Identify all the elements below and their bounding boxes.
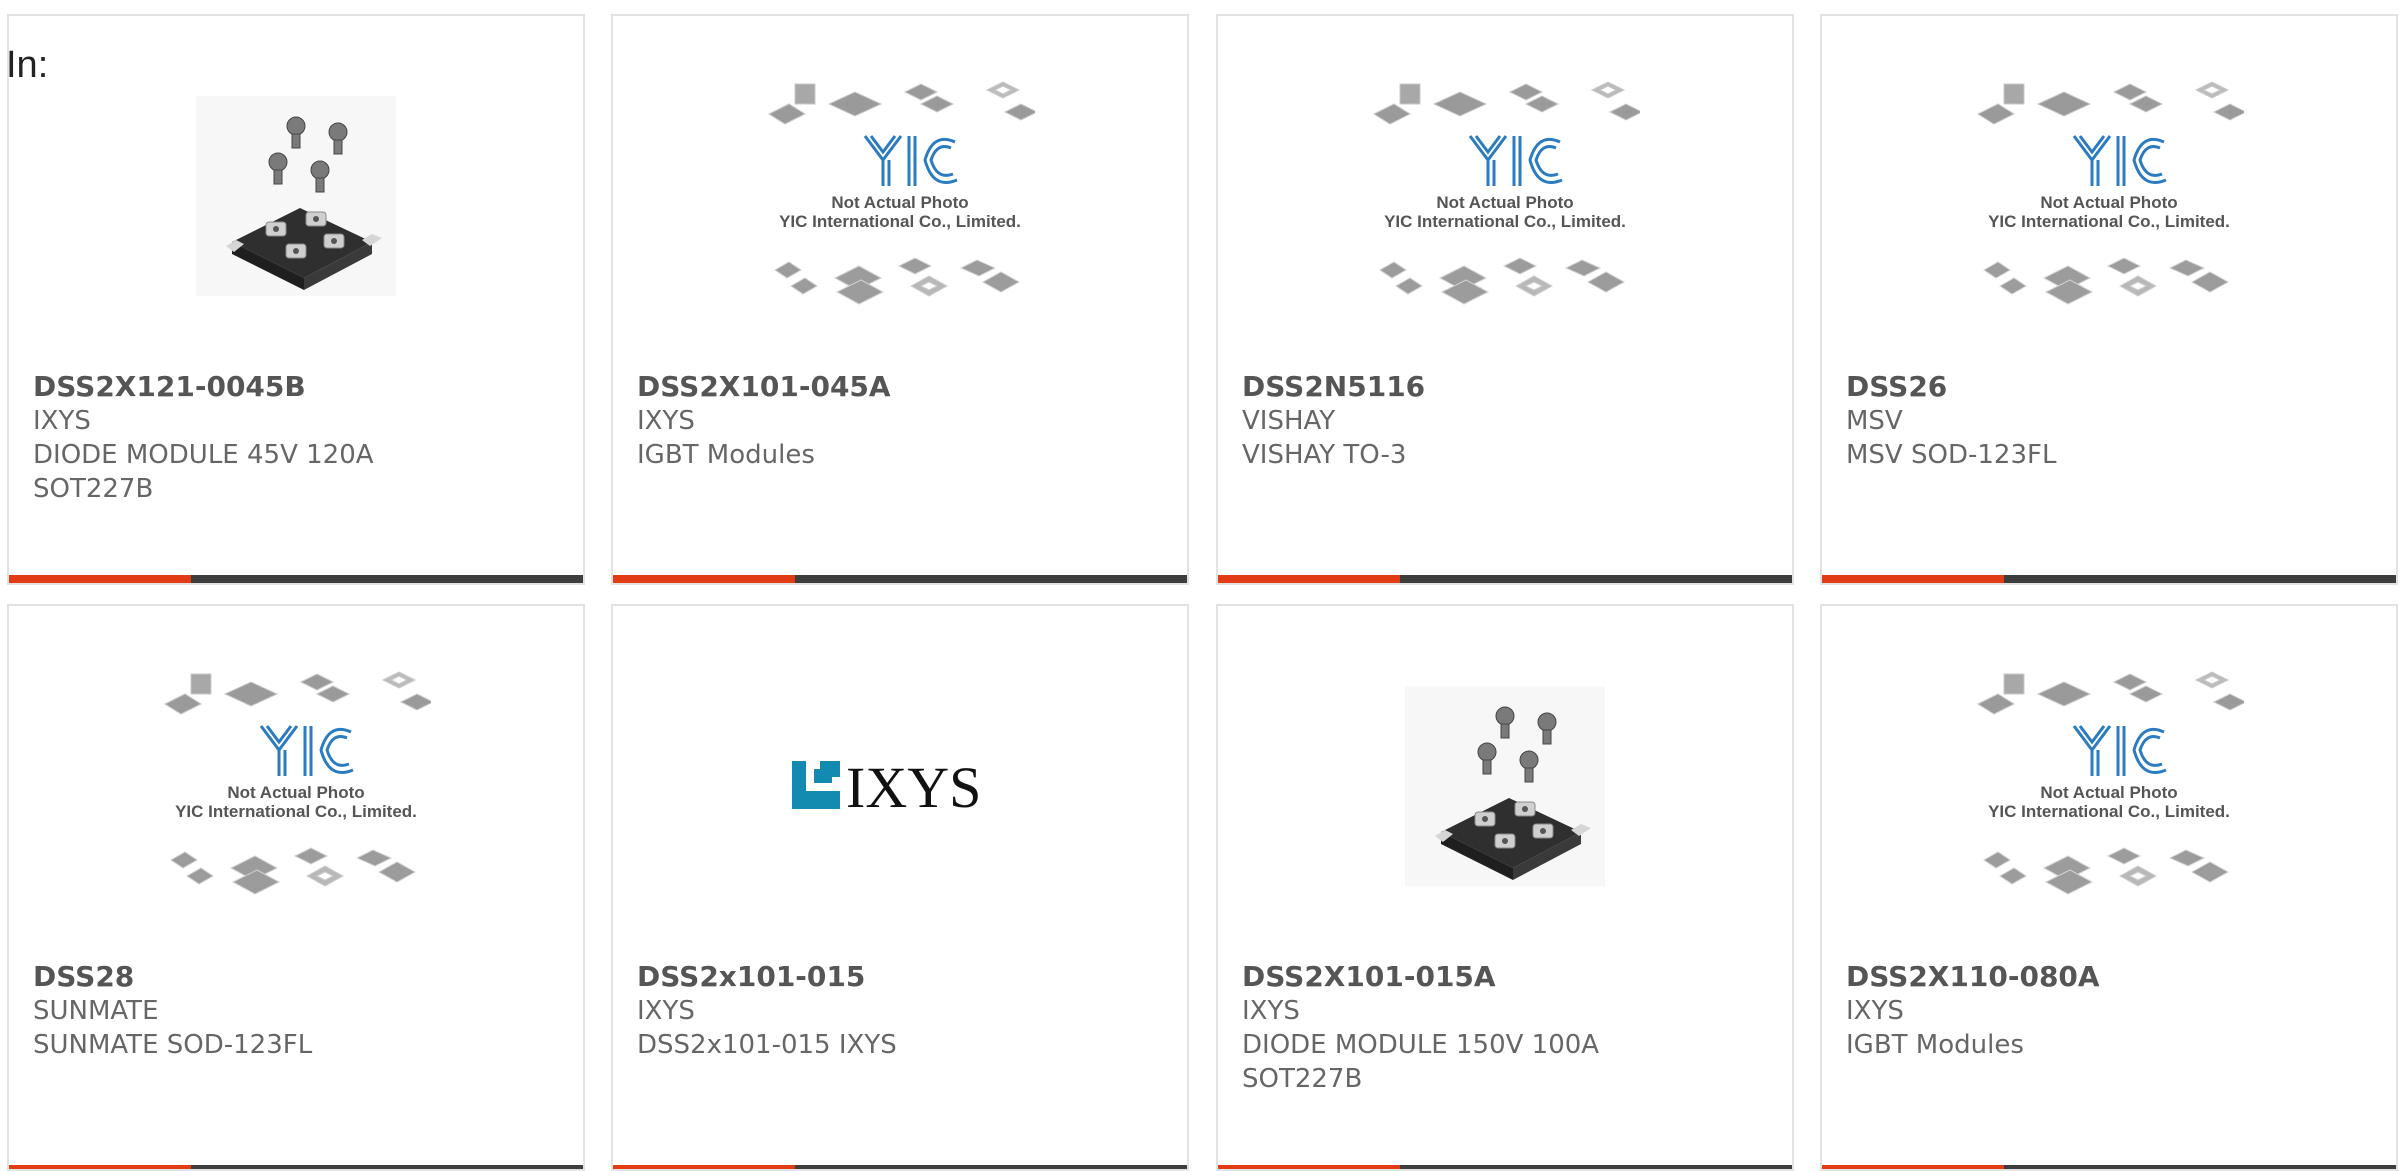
product-description: SOT227B xyxy=(1242,1064,1363,1094)
placeholder-text-2: YIC International Co., Limited. xyxy=(1384,212,1626,231)
card-accent-fill xyxy=(1218,575,1400,583)
card-accent-fill xyxy=(613,575,795,583)
part-number[interactable]: DSS28 xyxy=(33,960,563,994)
card-accent-bar xyxy=(9,575,583,583)
product-image[interactable]: Not Actual Photo YIC International Co., … xyxy=(9,666,583,906)
product-description: SUNMATE SOD-123FL xyxy=(33,1030,313,1060)
brand-name: VISHAY xyxy=(1242,406,1336,436)
placeholder-image: Not Actual Photo YIC International Co., … xyxy=(1976,671,2244,895)
part-number[interactable]: DSS2N5116 xyxy=(1242,370,1772,404)
diode-module-image xyxy=(196,96,396,296)
product-image[interactable]: Not Actual Photo YIC International Co., … xyxy=(1822,76,2396,316)
ixys-logo: IXYS xyxy=(792,755,981,820)
placeholder-text-1: Not Actual Photo xyxy=(1436,193,1573,212)
product-card[interactable]: DSS2X121-0045B IXYS DIODE MODULE 45V 120… xyxy=(7,14,585,585)
product-info: DSS2x101-015 IXYS DSS2x101-015 IXYS xyxy=(637,960,1167,1062)
product-info: DSS28 SUNMATE SUNMATE SOD-123FL xyxy=(33,960,563,1062)
part-number[interactable]: DSS2X110-080A xyxy=(1846,960,2376,994)
card-accent-bar xyxy=(613,575,1187,583)
brand-name: IXYS xyxy=(1242,996,1300,1026)
card-accent-fill xyxy=(1822,575,2004,583)
brand-name: IXYS xyxy=(1846,996,1904,1026)
product-image[interactable]: Not Actual Photo YIC International Co., … xyxy=(613,76,1187,316)
placeholder-image: Not Actual Photo YIC International Co., … xyxy=(163,671,431,895)
placeholder-text-2: YIC International Co., Limited. xyxy=(175,802,417,821)
product-info: DSS2N5116 VISHAY VISHAY TO-3 xyxy=(1242,370,1772,472)
filter-label: In: xyxy=(6,44,49,86)
part-number[interactable]: DSS2x101-015 xyxy=(637,960,1167,994)
part-number[interactable]: DSS26 xyxy=(1846,370,2376,404)
product-image[interactable]: Not Actual Photo YIC International Co., … xyxy=(1218,76,1792,316)
product-description: DIODE MODULE 150V 100A xyxy=(1242,1030,1600,1060)
card-accent-fill xyxy=(613,1165,795,1169)
product-description: VISHAY TO-3 xyxy=(1242,440,1407,470)
brand-name: IXYS xyxy=(637,996,695,1026)
product-card[interactable]: Not Actual Photo YIC International Co., … xyxy=(1820,604,2398,1171)
product-card[interactable]: Not Actual Photo YIC International Co., … xyxy=(611,14,1189,585)
card-accent-bar xyxy=(9,1165,583,1169)
card-accent-fill xyxy=(9,1165,191,1169)
product-info: DSS26 MSV MSV SOD-123FL xyxy=(1846,370,2376,472)
card-accent-fill xyxy=(1822,1165,2004,1169)
card-accent-bar xyxy=(1218,1165,1792,1169)
card-accent-bar xyxy=(1218,575,1792,583)
placeholder-text-1: Not Actual Photo xyxy=(2040,193,2177,212)
product-card[interactable]: DSS2X101-015A IXYS DIODE MODULE 150V 100… xyxy=(1216,604,1794,1171)
product-info: DSS2X110-080A IXYS IGBT Modules xyxy=(1846,960,2376,1062)
product-card[interactable]: Not Actual Photo YIC International Co., … xyxy=(7,604,585,1171)
card-accent-bar xyxy=(613,1165,1187,1169)
product-image[interactable]: IXYS xyxy=(613,666,1187,906)
placeholder-text-1: Not Actual Photo xyxy=(831,193,968,212)
card-accent-bar xyxy=(1822,575,2396,583)
product-info: DSS2X121-0045B IXYS DIODE MODULE 45V 120… xyxy=(33,370,563,506)
product-description: MSV SOD-123FL xyxy=(1846,440,2057,470)
card-accent-fill xyxy=(9,575,191,583)
placeholder-image: Not Actual Photo YIC International Co., … xyxy=(1372,81,1640,305)
product-description: IGBT Modules xyxy=(1846,1030,2024,1060)
product-description: DIODE MODULE 45V 120A xyxy=(33,440,374,470)
placeholder-text-2: YIC International Co., Limited. xyxy=(1988,802,2230,821)
placeholder-image: Not Actual Photo YIC International Co., … xyxy=(767,81,1035,305)
placeholder-text-2: YIC International Co., Limited. xyxy=(779,212,1021,231)
part-number[interactable]: DSS2X121-0045B xyxy=(33,370,563,404)
brand-name: IXYS xyxy=(33,406,91,436)
product-description: SOT227B xyxy=(33,474,154,504)
part-number[interactable]: DSS2X101-045A xyxy=(637,370,1167,404)
product-info: DSS2X101-045A IXYS IGBT Modules xyxy=(637,370,1167,472)
placeholder-text-1: Not Actual Photo xyxy=(227,783,364,802)
card-accent-fill xyxy=(1218,1165,1400,1169)
placeholder-text-1: Not Actual Photo xyxy=(2040,783,2177,802)
placeholder-text-2: YIC International Co., Limited. xyxy=(1988,212,2230,231)
brand-name: MSV xyxy=(1846,406,1903,436)
product-card[interactable]: Not Actual Photo YIC International Co., … xyxy=(1820,14,2398,585)
brand-name: SUNMATE xyxy=(33,996,159,1026)
product-info: DSS2X101-015A IXYS DIODE MODULE 150V 100… xyxy=(1242,960,1772,1096)
product-card[interactable]: Not Actual Photo YIC International Co., … xyxy=(1216,14,1794,585)
product-image[interactable] xyxy=(9,76,583,316)
product-description: IGBT Modules xyxy=(637,440,815,470)
product-description: DSS2x101-015 IXYS xyxy=(637,1030,897,1060)
product-card[interactable]: IXYS DSS2x101-015 IXYS DSS2x101-015 IXYS xyxy=(611,604,1189,1171)
part-number[interactable]: DSS2X101-015A xyxy=(1242,960,1772,994)
ixys-logo-text: IXYS xyxy=(846,755,981,820)
product-image[interactable]: Not Actual Photo YIC International Co., … xyxy=(1822,666,2396,906)
card-accent-bar xyxy=(1822,1165,2396,1169)
brand-name: IXYS xyxy=(637,406,695,436)
product-image[interactable] xyxy=(1218,666,1792,906)
diode-module-image xyxy=(1405,686,1605,886)
placeholder-image: Not Actual Photo YIC International Co., … xyxy=(1976,81,2244,305)
